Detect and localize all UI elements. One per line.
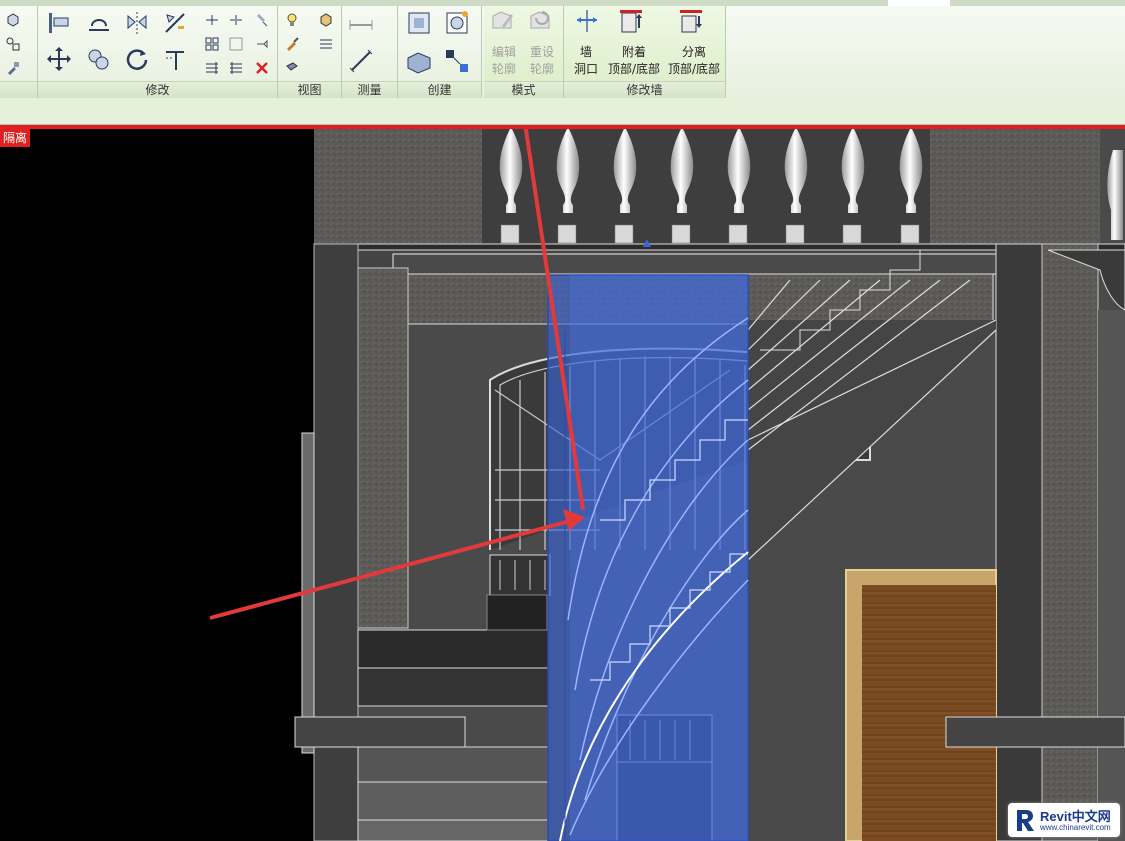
ribbon-tab-active[interactable] <box>888 0 950 6</box>
wall-opening-icon[interactable] <box>574 8 600 34</box>
move-icon[interactable] <box>46 46 72 72</box>
detach-top-base-icon[interactable] <box>678 8 704 34</box>
override-icon[interactable] <box>284 60 300 76</box>
revit-logo-icon <box>1014 808 1036 832</box>
offset-icon[interactable] <box>86 10 112 36</box>
trim-extend-icon[interactable] <box>162 46 188 72</box>
panel-select-partial <box>0 6 38 98</box>
cube-icon[interactable] <box>5 12 21 28</box>
watermark-url: www.chinarevit.com <box>1040 823 1111 832</box>
isolate-tag: 隔离 <box>0 129 30 147</box>
unpin-icon[interactable] <box>254 36 270 52</box>
split-gap-icon[interactable] <box>228 12 244 28</box>
options-bar <box>0 98 1125 125</box>
paint-icon[interactable] <box>5 60 21 76</box>
reset-profile-button[interactable]: 重设 轮廓 <box>522 44 562 78</box>
panel-title-create: 创建 <box>398 81 481 98</box>
create-part-icon[interactable] <box>406 10 432 36</box>
similar-icon[interactable] <box>444 48 470 74</box>
trim-single-icon[interactable] <box>228 60 244 76</box>
measure-icon[interactable] <box>348 48 374 74</box>
panel-title-measure: 测量 <box>342 81 397 98</box>
panel-measure: 测量 <box>342 6 398 98</box>
panel-mode: 编辑 轮廓 重设 轮廓 模式 <box>484 6 564 98</box>
brush-icon[interactable] <box>284 36 300 52</box>
wall-opening-button[interactable]: 墙 洞口 <box>568 44 604 78</box>
view-cube-icon[interactable] <box>318 12 334 28</box>
watermark: Revit中文网 www.chinarevit.com <box>1008 803 1120 837</box>
array-icon[interactable] <box>204 36 220 52</box>
shapes-icon[interactable] <box>5 36 21 52</box>
panel-view: 视图 <box>278 6 342 98</box>
panel-modify: 修改 <box>38 6 278 98</box>
mirror-axis-icon[interactable] <box>124 10 150 36</box>
scale-icon[interactable] <box>228 36 244 52</box>
ribbon: 修改 视图 测量 创建 编辑 轮廓 重设 轮廓 模式 墙 洞口 附着 顶部/底部… <box>0 0 1125 99</box>
reset-profile-icon[interactable] <box>528 8 554 34</box>
delete-icon[interactable] <box>254 60 270 76</box>
mirror-draw-icon[interactable] <box>162 10 188 36</box>
edit-profile-icon[interactable] <box>490 8 516 34</box>
lightbulb-icon[interactable] <box>284 12 300 28</box>
edit-profile-button[interactable]: 编辑 轮廓 <box>486 44 522 78</box>
create-group-icon[interactable] <box>444 10 470 36</box>
detach-top-base-button[interactable]: 分离 顶部/底部 <box>664 44 724 78</box>
rotate-icon[interactable] <box>124 46 150 72</box>
panel-title-modify-wall: 修改墙 <box>564 81 725 98</box>
drawing-viewport[interactable] <box>0 129 1125 841</box>
dimension-icon[interactable] <box>348 12 374 38</box>
assembly-icon[interactable] <box>406 48 432 74</box>
elevation-view[interactable] <box>0 129 1125 841</box>
panel-title-view: 视图 <box>278 81 341 98</box>
panel-title-mode: 模式 <box>484 81 563 98</box>
copy-icon[interactable] <box>86 46 112 72</box>
panel-modify-wall: 墙 洞口 附着 顶部/底部 分离 顶部/底部 修改墙 <box>564 6 726 98</box>
selected-wall[interactable] <box>547 274 749 841</box>
split-icon[interactable] <box>204 12 220 28</box>
panel-create: 创建 <box>398 6 482 98</box>
attach-top-base-icon[interactable] <box>618 8 644 34</box>
trim-multiple-icon[interactable] <box>204 60 220 76</box>
linework-icon[interactable] <box>318 36 334 52</box>
attach-top-base-button[interactable]: 附着 顶部/底部 <box>604 44 664 78</box>
align-icon[interactable] <box>46 10 72 36</box>
panel-title-modify: 修改 <box>38 81 277 98</box>
pin-icon[interactable] <box>254 12 270 28</box>
